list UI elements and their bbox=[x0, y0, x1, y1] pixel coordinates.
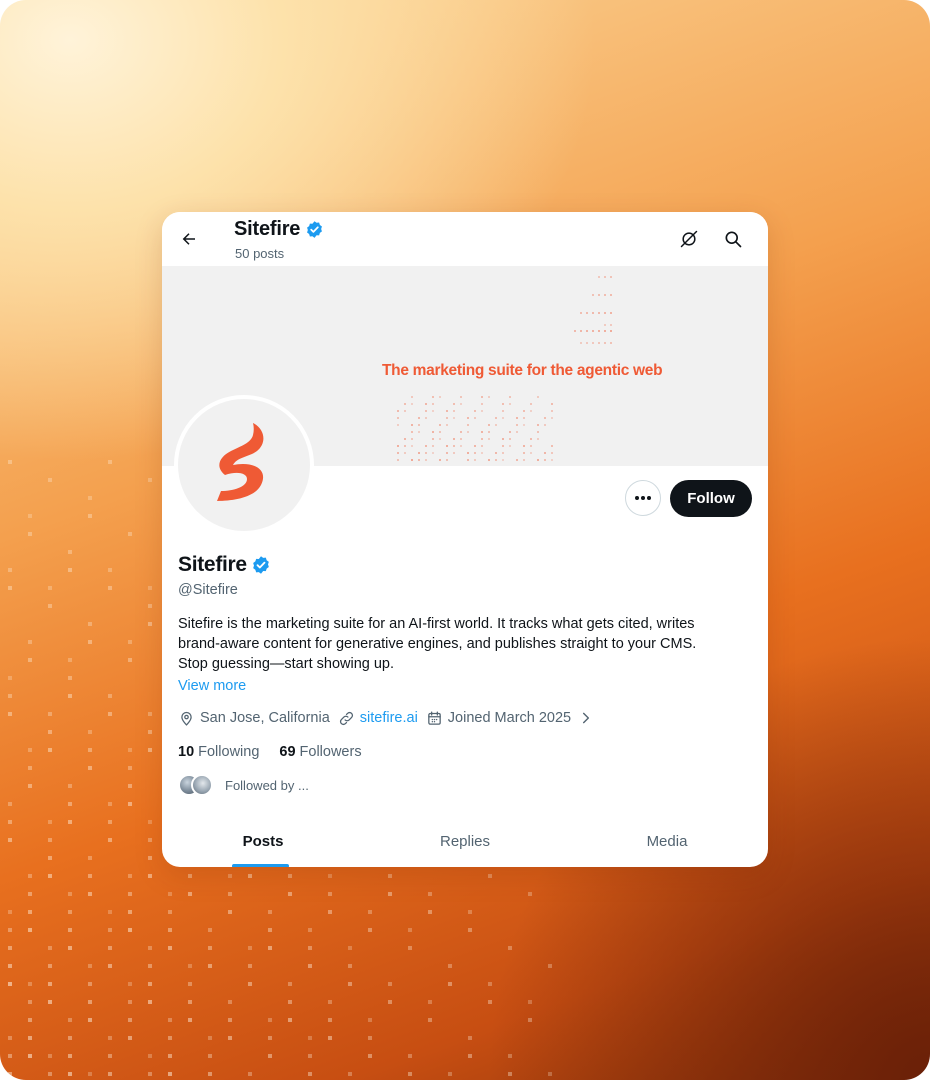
follow-button[interactable]: Follow bbox=[670, 480, 752, 517]
chevron-right-icon bbox=[583, 712, 590, 724]
search-icon bbox=[725, 231, 742, 248]
profile-name-row: Sitefire bbox=[178, 553, 271, 577]
back-arrow-icon bbox=[182, 233, 195, 245]
top-bar: Sitefire 50 posts bbox=[162, 212, 768, 266]
location-item: San Jose, California bbox=[178, 710, 330, 727]
header-title: Sitefire bbox=[234, 218, 324, 241]
followers-count: 69 bbox=[279, 744, 296, 760]
tab-replies[interactable]: Replies bbox=[364, 822, 566, 867]
search-button[interactable] bbox=[720, 226, 746, 252]
tab-posts[interactable]: Posts bbox=[162, 822, 364, 867]
following-stat[interactable]: 10 Following bbox=[178, 744, 259, 760]
profile-avatar[interactable] bbox=[174, 395, 314, 535]
sitefire-logo bbox=[217, 423, 264, 501]
tab-media[interactable]: Media bbox=[566, 822, 768, 867]
grok-button[interactable] bbox=[676, 226, 702, 252]
verified-badge-icon bbox=[307, 221, 323, 238]
profile-meta: San Jose, California sitefire.ai Joined … bbox=[178, 708, 593, 728]
grok-icon bbox=[680, 230, 698, 248]
profile-name: Sitefire bbox=[178, 553, 247, 576]
joined-text: Joined March 2025 bbox=[447, 710, 572, 726]
website-link[interactable]: sitefire.ai bbox=[360, 710, 418, 726]
view-more-link[interactable]: View more bbox=[178, 678, 246, 694]
location-pin-icon bbox=[181, 711, 192, 726]
back-button[interactable] bbox=[176, 226, 202, 252]
banner-tagline: The marketing suite for the agentic web bbox=[382, 362, 663, 379]
followed-by[interactable]: Followed by ... bbox=[178, 774, 309, 796]
follower-avatar bbox=[191, 774, 213, 796]
bio-line: Sitefire is the marketing suite for an A… bbox=[178, 616, 695, 632]
active-tab-indicator bbox=[232, 864, 289, 867]
joined-item: Joined March 2025 bbox=[426, 710, 571, 727]
location-text: San Jose, California bbox=[200, 710, 330, 726]
more-options-button[interactable] bbox=[625, 480, 661, 516]
profile-handle: @Sitefire bbox=[178, 582, 238, 598]
profile-tabs: Posts Replies Media bbox=[162, 822, 768, 867]
followers-label: Followers bbox=[299, 744, 362, 760]
more-dots-icon bbox=[635, 496, 651, 500]
followed-by-text: Followed by ... bbox=[225, 777, 309, 793]
website-item[interactable]: sitefire.ai bbox=[338, 710, 418, 727]
meta-expand-button[interactable] bbox=[579, 711, 593, 725]
header-name: Sitefire bbox=[234, 218, 301, 240]
link-icon bbox=[339, 711, 353, 725]
bio-line: Stop guessing—start showing up. bbox=[178, 656, 395, 672]
verified-badge-icon bbox=[252, 556, 269, 574]
following-count: 10 bbox=[178, 744, 195, 760]
profile-stats: 10 Following 69 Followers bbox=[178, 744, 382, 760]
header-posts-count: 50 posts bbox=[235, 246, 285, 261]
bio-line: brand-aware content for generative engin… bbox=[178, 636, 697, 652]
following-label: Following bbox=[198, 744, 260, 760]
profile-card: Sitefire 50 posts The marketing suite fo… bbox=[162, 212, 768, 867]
followers-stat[interactable]: 69 Followers bbox=[279, 744, 361, 760]
calendar-icon bbox=[427, 710, 441, 725]
profile-bio: Sitefire is the marketing suite for an A… bbox=[178, 614, 758, 674]
